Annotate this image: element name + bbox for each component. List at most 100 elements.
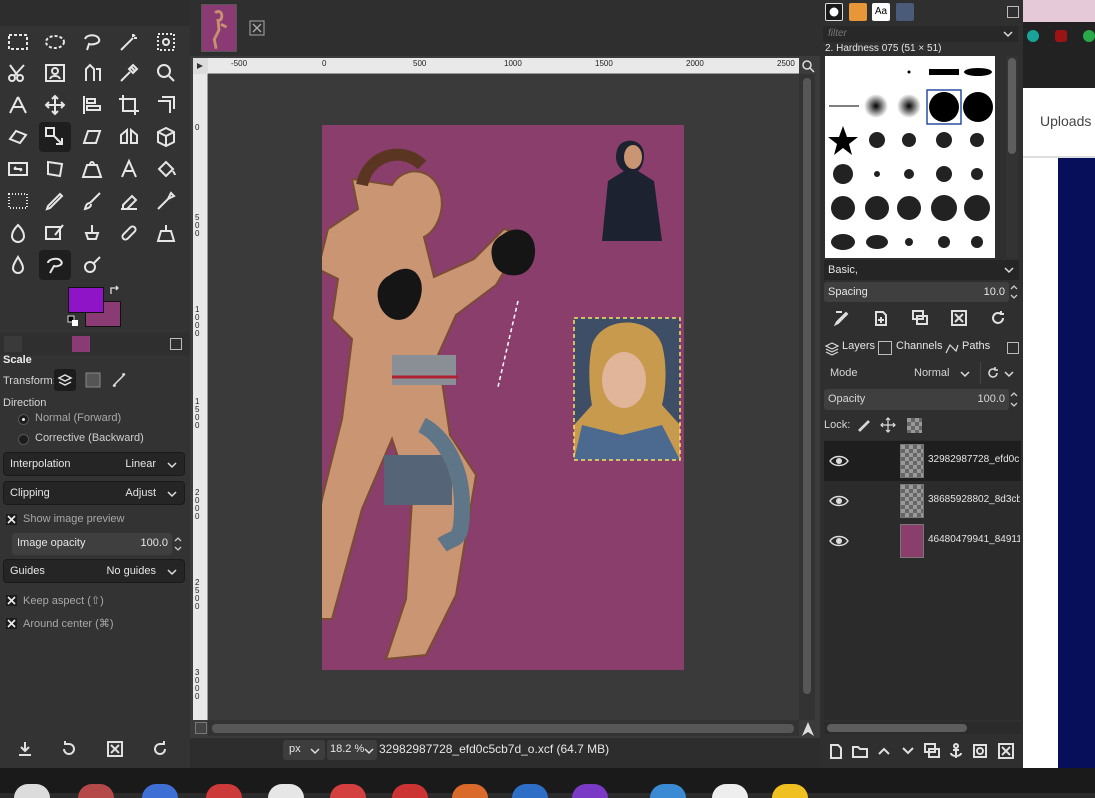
transform-selection-button[interactable] [82,369,104,391]
tool-options-tab-icon[interactable] [4,336,22,352]
configure-tab-icon[interactable] [170,338,182,350]
save-options-icon[interactable] [16,740,36,760]
spacing-slider[interactable]: Spacing 10.0 [824,282,1009,302]
ublock-icon[interactable] [1055,30,1067,42]
duplicate-layer-icon[interactable] [921,740,943,762]
tab-layers[interactable]: Layers [842,340,875,352]
layer-row[interactable]: 32982987728_efd0c [824,441,1021,481]
gradient-icon[interactable] [2,186,34,216]
mask-layer-icon[interactable] [969,740,991,762]
ink-icon[interactable] [2,218,34,248]
brushes-tab-icon[interactable] [825,3,843,21]
scrollbar-thumb[interactable] [803,78,811,694]
new-layer-icon[interactable] [825,740,847,762]
patterns-tab-icon[interactable] [849,3,867,21]
zoom-select[interactable]: 18.2 % [327,740,377,760]
cage-icon[interactable] [39,154,71,184]
app-dock-icon[interactable] [512,784,548,798]
scrollbar-thumb[interactable] [1008,58,1016,154]
delete-brush-icon[interactable] [948,307,970,329]
reset-colors-icon[interactable] [67,315,79,327]
3d-transform-icon[interactable] [150,122,182,152]
app-dock-icon[interactable] [392,784,428,798]
edit-brush-icon[interactable] [831,307,853,329]
app-dock-icon[interactable] [712,784,748,798]
close-tab-icon[interactable] [249,20,265,36]
pencil-icon[interactable] [39,186,71,216]
clipping-select[interactable]: Clipping Adjust [3,481,185,505]
foreground-color-swatch[interactable] [68,287,104,313]
app-dock-icon[interactable] [142,784,178,798]
unified-transform-icon[interactable] [150,90,182,120]
paintbrush-icon[interactable] [76,186,108,216]
select-by-color-icon[interactable] [150,27,182,57]
extension-icon[interactable] [1027,30,1039,42]
anchor-layer-icon[interactable] [945,740,967,762]
quick-mask-toggle[interactable] [195,722,207,734]
tab-channels[interactable]: Channels [896,340,942,352]
brush-filter-input[interactable]: filter [823,26,1018,42]
text-icon[interactable] [113,154,145,184]
perspective-icon[interactable] [76,154,108,184]
visibility-eye-icon[interactable] [828,532,850,550]
reset-options-icon[interactable] [151,740,171,760]
device-status-tab-icon[interactable] [27,336,45,352]
image-opacity-slider[interactable]: Image opacity 100.0 [12,533,172,555]
move-icon[interactable] [39,90,71,120]
navigate-icon[interactable] [800,721,816,737]
bucket-fill-icon[interactable] [150,154,182,184]
image-canvas[interactable] [300,125,684,670]
swap-colors-icon[interactable] [109,285,121,297]
raise-layer-icon[interactable] [873,740,895,762]
undo-history-tab-icon[interactable] [50,336,68,352]
clone-icon[interactable] [76,218,108,248]
scale-icon[interactable] [39,122,71,152]
image-tab-thumbnail[interactable] [201,4,237,52]
direction-corrective-radio[interactable] [18,434,29,445]
refresh-brushes-icon[interactable] [987,307,1009,329]
vertical-scrollbar[interactable] [799,74,815,720]
paths-icon[interactable] [76,58,108,88]
show-preview-checkbox[interactable] [6,514,17,525]
shear-icon[interactable] [76,122,108,152]
delete-layer-icon[interactable] [995,740,1017,762]
color-picker-icon[interactable] [113,58,145,88]
images-tab-icon[interactable] [72,336,90,352]
app-dock-icon[interactable] [78,784,114,798]
app-dock-icon[interactable] [330,784,366,798]
layer-row[interactable]: 46480479941_84911 [824,521,1021,561]
flip-icon[interactable] [113,122,145,152]
perspective-clone-icon[interactable] [150,218,182,248]
mode-select[interactable]: Normal [912,362,972,384]
spacing-spinner[interactable] [1009,282,1020,302]
eraser-icon[interactable] [113,186,145,216]
app-dock-icon[interactable] [206,784,242,798]
brush-grid[interactable] [825,56,995,258]
lock-position-icon[interactable] [880,417,896,433]
lock-alpha-icon[interactable] [907,418,922,433]
app-dock-icon[interactable] [650,784,686,798]
airbrush-icon[interactable] [150,186,182,216]
brush-tag-select[interactable]: Basic, [824,260,1019,280]
transform-path-button[interactable] [108,369,130,391]
uploads-link[interactable]: Uploads [1040,113,1091,129]
image-opacity-spinner[interactable] [172,533,184,555]
images-tab-icon[interactable] [896,3,914,21]
align-icon[interactable] [76,90,108,120]
tab-paths[interactable]: Paths [962,340,990,352]
warp-icon[interactable] [2,154,34,184]
keep-aspect-checkbox[interactable] [6,595,17,606]
grammarly-icon[interactable] [1083,30,1095,42]
guides-select[interactable]: Guides No guides [3,559,185,583]
unit-select[interactable]: px [283,740,325,760]
app-dock-icon[interactable] [268,784,304,798]
transform-layer-button[interactable] [54,369,76,391]
layer-opacity-spinner[interactable] [1009,389,1020,410]
around-center-checkbox[interactable] [6,618,17,629]
mypaint-brush-icon[interactable] [39,218,71,248]
dodge-burn-icon[interactable] [76,250,108,280]
rect-select-icon[interactable] [2,27,34,57]
lock-pixels-icon[interactable] [856,417,872,433]
visibility-eye-icon[interactable] [828,452,850,470]
app-dock-icon[interactable] [572,784,608,798]
